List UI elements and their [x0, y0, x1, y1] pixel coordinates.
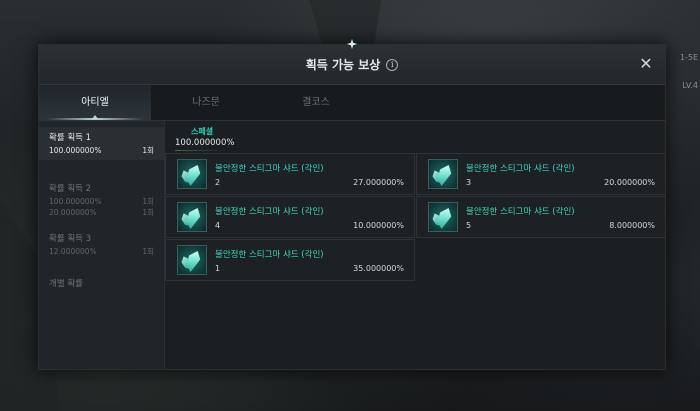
prob-percent: 12.000000% [49, 247, 97, 256]
dialog-content: 확률 획득 1 100.000000% 1회 확률 획득 2 100.00000… [39, 121, 666, 369]
prob-count: 1회 [142, 197, 154, 206]
reward-qty: 4 [215, 220, 221, 230]
tab-label: 나즈문 [192, 97, 220, 108]
special-value: 100.000000% [175, 138, 235, 148]
prob-count: 1회 [142, 208, 154, 217]
prob-percent: 100.000000% [49, 146, 102, 155]
info-icon[interactable]: i [386, 58, 399, 71]
reward-qty: 2 [215, 177, 221, 187]
reward-qty: 1 [215, 263, 221, 273]
side-hud-label-2: LV.4 [682, 81, 698, 90]
prob-group-2[interactable]: 확률 획득 2 100.000000% 1회 20.000000% 1회 [39, 182, 164, 218]
prob-percent: 100.000000% [49, 197, 102, 206]
reward-percent: 10.000000% [353, 220, 404, 230]
individual-probability[interactable]: 개별 확률 [39, 277, 164, 289]
tab-active-marker-icon [92, 115, 98, 119]
reward-dialog: 획득 가능 보상 i ✕ 아티엘 나즈문 결코스 확률 획득 1 100.000… [38, 39, 666, 370]
region-tabs: 아티엘 나즈문 결코스 [39, 85, 665, 121]
reward-percent: 27.000000% [353, 177, 404, 187]
reward-percent: 8.000000% [609, 220, 655, 230]
reward-name: 불안정한 스티그마 샤드 (각인) [466, 163, 575, 174]
prob-group-title: 확률 획득 1 [49, 133, 92, 143]
stigma-shard-icon [177, 202, 207, 232]
prob-count: 1회 [142, 247, 154, 256]
reward-percent: 20.000000% [604, 177, 655, 187]
reward-item[interactable]: 불안정한 스티그마 샤드 (각인) 4 10.000000% [165, 196, 415, 238]
reward-item[interactable]: 불안정한 스티그마 샤드 (각인) 1 35.000000% [165, 239, 415, 281]
stigma-shard-icon [177, 159, 207, 189]
prob-group-3[interactable]: 확률 획득 3 12.000000% 1회 [39, 232, 164, 257]
reward-name: 불안정한 스티그마 샤드 (각인) [215, 206, 324, 217]
prob-percent: 20.000000% [49, 208, 97, 217]
side-hud-text: 1-5E LV.4 [680, 44, 698, 100]
prob-row: 20.000000% 1회 [49, 207, 154, 218]
reward-qty: 5 [466, 220, 472, 230]
prob-group-1[interactable]: 확률 획득 1 100.000000% 1회 [39, 127, 164, 160]
prob-count: 1회 [142, 146, 154, 155]
tab-gyeolkoseu[interactable]: 결코스 [261, 85, 371, 120]
prob-group-title: 확률 획득 3 [49, 234, 92, 244]
close-icon[interactable]: ✕ [637, 55, 655, 73]
reward-item[interactable]: 불안정한 스티그마 샤드 (각인) 5 8.000000% [416, 196, 666, 238]
side-hud-label-1: 1-5E [679, 53, 698, 62]
probability-list: 확률 획득 1 100.000000% 1회 확률 획득 2 100.00000… [39, 121, 165, 369]
stigma-shard-icon [428, 202, 458, 232]
reward-name: 불안정한 스티그마 샤드 (각인) [215, 163, 324, 174]
tab-nazmun[interactable]: 나즈문 [151, 85, 261, 120]
prob-row: 100.000000% 1회 [49, 145, 154, 156]
reward-item[interactable]: 불안정한 스티그마 샤드 (각인) 2 27.000000% [165, 153, 415, 195]
tab-label: 결코스 [302, 97, 330, 108]
dialog-title: 획득 가능 보상 [305, 58, 381, 72]
dialog-title-bar: 획득 가능 보상 i ✕ [39, 39, 665, 85]
reward-name: 불안정한 스티그마 샤드 (각인) [215, 249, 324, 260]
stigma-shard-icon [428, 159, 458, 189]
special-underline [175, 150, 225, 151]
prob-row: 100.000000% 1회 [49, 196, 154, 207]
reward-panel: 스페셜 100.000000% 불안정한 스티그마 샤드 (각인) 2 27.00… [165, 121, 666, 369]
reward-qty: 3 [466, 177, 472, 187]
tab-label: 아티엘 [81, 97, 109, 108]
reward-name: 불안정한 스티그마 샤드 (각인) [466, 206, 575, 217]
reward-percent: 35.000000% [353, 263, 404, 273]
prob-group-title: 확률 획득 2 [49, 184, 92, 194]
prob-row: 12.000000% 1회 [49, 246, 154, 257]
stigma-shard-icon [177, 245, 207, 275]
reward-item[interactable]: 불안정한 스티그마 샤드 (각인) 3 20.000000% [416, 153, 666, 195]
special-label: 스페셜 [191, 127, 214, 136]
special-section-header: 스페셜 100.000000% [175, 126, 234, 151]
tab-atiel[interactable]: 아티엘 [39, 85, 151, 120]
